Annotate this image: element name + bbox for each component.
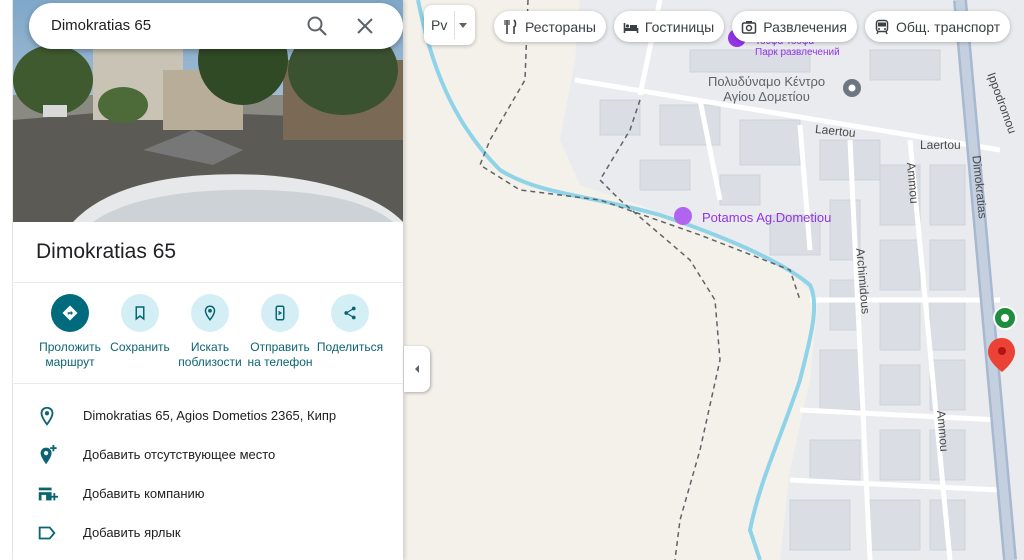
info-list: Dimokratias 65, Agios Dometios 2365, Кип… [13, 396, 403, 552]
address-text: Dimokratias 65, Agios Dometios 2365, Кип… [83, 408, 337, 423]
search-icon[interactable] [305, 14, 329, 38]
add-business-text: Добавить компанию [83, 486, 205, 501]
location-pin-icon [35, 404, 59, 428]
chip-transit[interactable]: Общ. транспорт [864, 11, 1011, 42]
share-label: Поделиться [316, 340, 384, 354]
action-buttons: Проложить маршрут Сохранить Искать побли… [13, 294, 403, 370]
nearby-button[interactable]: Искать поблизости [175, 294, 245, 370]
previous-panel-edge [0, 0, 13, 560]
add-place-icon [35, 443, 59, 467]
category-chips: Рестораны Гостиницы Развлечения Общ. тра… [494, 11, 1011, 42]
label-icon [35, 521, 59, 545]
map-label-park-line2: Парк развлечений [755, 47, 840, 58]
close-icon[interactable] [353, 14, 377, 38]
save-label: Сохранить [110, 340, 170, 354]
chip-entertainment-label: Развлечения [763, 18, 847, 35]
add-business-icon [35, 482, 59, 506]
collapse-panel-button[interactable] [404, 346, 430, 392]
add-business-row[interactable]: Добавить компанию [13, 474, 403, 513]
directions-button[interactable]: Проложить маршрут [35, 294, 105, 370]
add-missing-place-text: Добавить отсутствующее место [83, 447, 276, 462]
directions-icon [51, 294, 89, 332]
divider [13, 383, 403, 384]
send-to-phone-label: Отправить на телефон [247, 340, 313, 369]
directions-label: Проложить маршрут [39, 340, 101, 369]
map-label-potamos[interactable]: Potamos Ag.Dometiou [702, 210, 831, 225]
divider [13, 282, 403, 283]
chip-hotels-label: Гостиницы [644, 18, 715, 35]
chevron-left-icon [415, 365, 419, 373]
place-panel: Dimokratias 65 Dimokratias 65 Проложить … [13, 0, 403, 560]
chip-transit-label: Общ. транспорт [895, 18, 1001, 35]
add-label-text: Добавить ярлык [83, 525, 181, 540]
add-missing-place-row[interactable]: Добавить отсутствующее место [13, 435, 403, 474]
save-button[interactable]: Сохранить [105, 294, 175, 370]
chip-restaurants[interactable]: Рестораны [494, 11, 606, 42]
map-label-sport-center-line2: Αγίου Δομετίου [723, 89, 810, 104]
camera-icon [741, 20, 757, 34]
map-label-sport-center-line1: Πολυδύναμο Κέντρο [708, 74, 826, 89]
restaurant-icon [504, 18, 517, 34]
street-label-laertou-2: Laertou [920, 138, 961, 152]
layer-button-label: Pv [431, 17, 448, 33]
chevron-down-icon[interactable] [459, 22, 468, 28]
send-to-phone-icon [261, 294, 299, 332]
bookmark-icon [121, 294, 159, 332]
share-icon [331, 294, 369, 332]
share-button[interactable]: Поделиться [315, 294, 385, 370]
hotel-icon [623, 22, 639, 33]
add-label-row[interactable]: Добавить ярлык [13, 513, 403, 552]
nearby-label: Искать поблизости [178, 340, 242, 369]
address-row[interactable]: Dimokratias 65, Agios Dometios 2365, Кип… [13, 396, 403, 435]
send-to-phone-button[interactable]: Отправить на телефон [245, 294, 315, 370]
chip-entertainment[interactable]: Развлечения [732, 11, 857, 42]
divider [454, 11, 455, 39]
chip-hotels[interactable]: Гостиницы [613, 11, 725, 42]
search-box[interactable]: Dimokratias 65 [29, 3, 403, 49]
layer-selector[interactable]: Pv [424, 5, 475, 45]
transit-icon [875, 19, 889, 34]
search-input[interactable]: Dimokratias 65 [51, 17, 151, 34]
chip-restaurants-label: Рестораны [525, 18, 596, 35]
place-title: Dimokratias 65 [36, 240, 177, 263]
map-label-sport-center[interactable]: Πολυδύναμο Κέντρο Αγίου Δομετίου [708, 74, 825, 104]
nearby-icon [191, 294, 229, 332]
